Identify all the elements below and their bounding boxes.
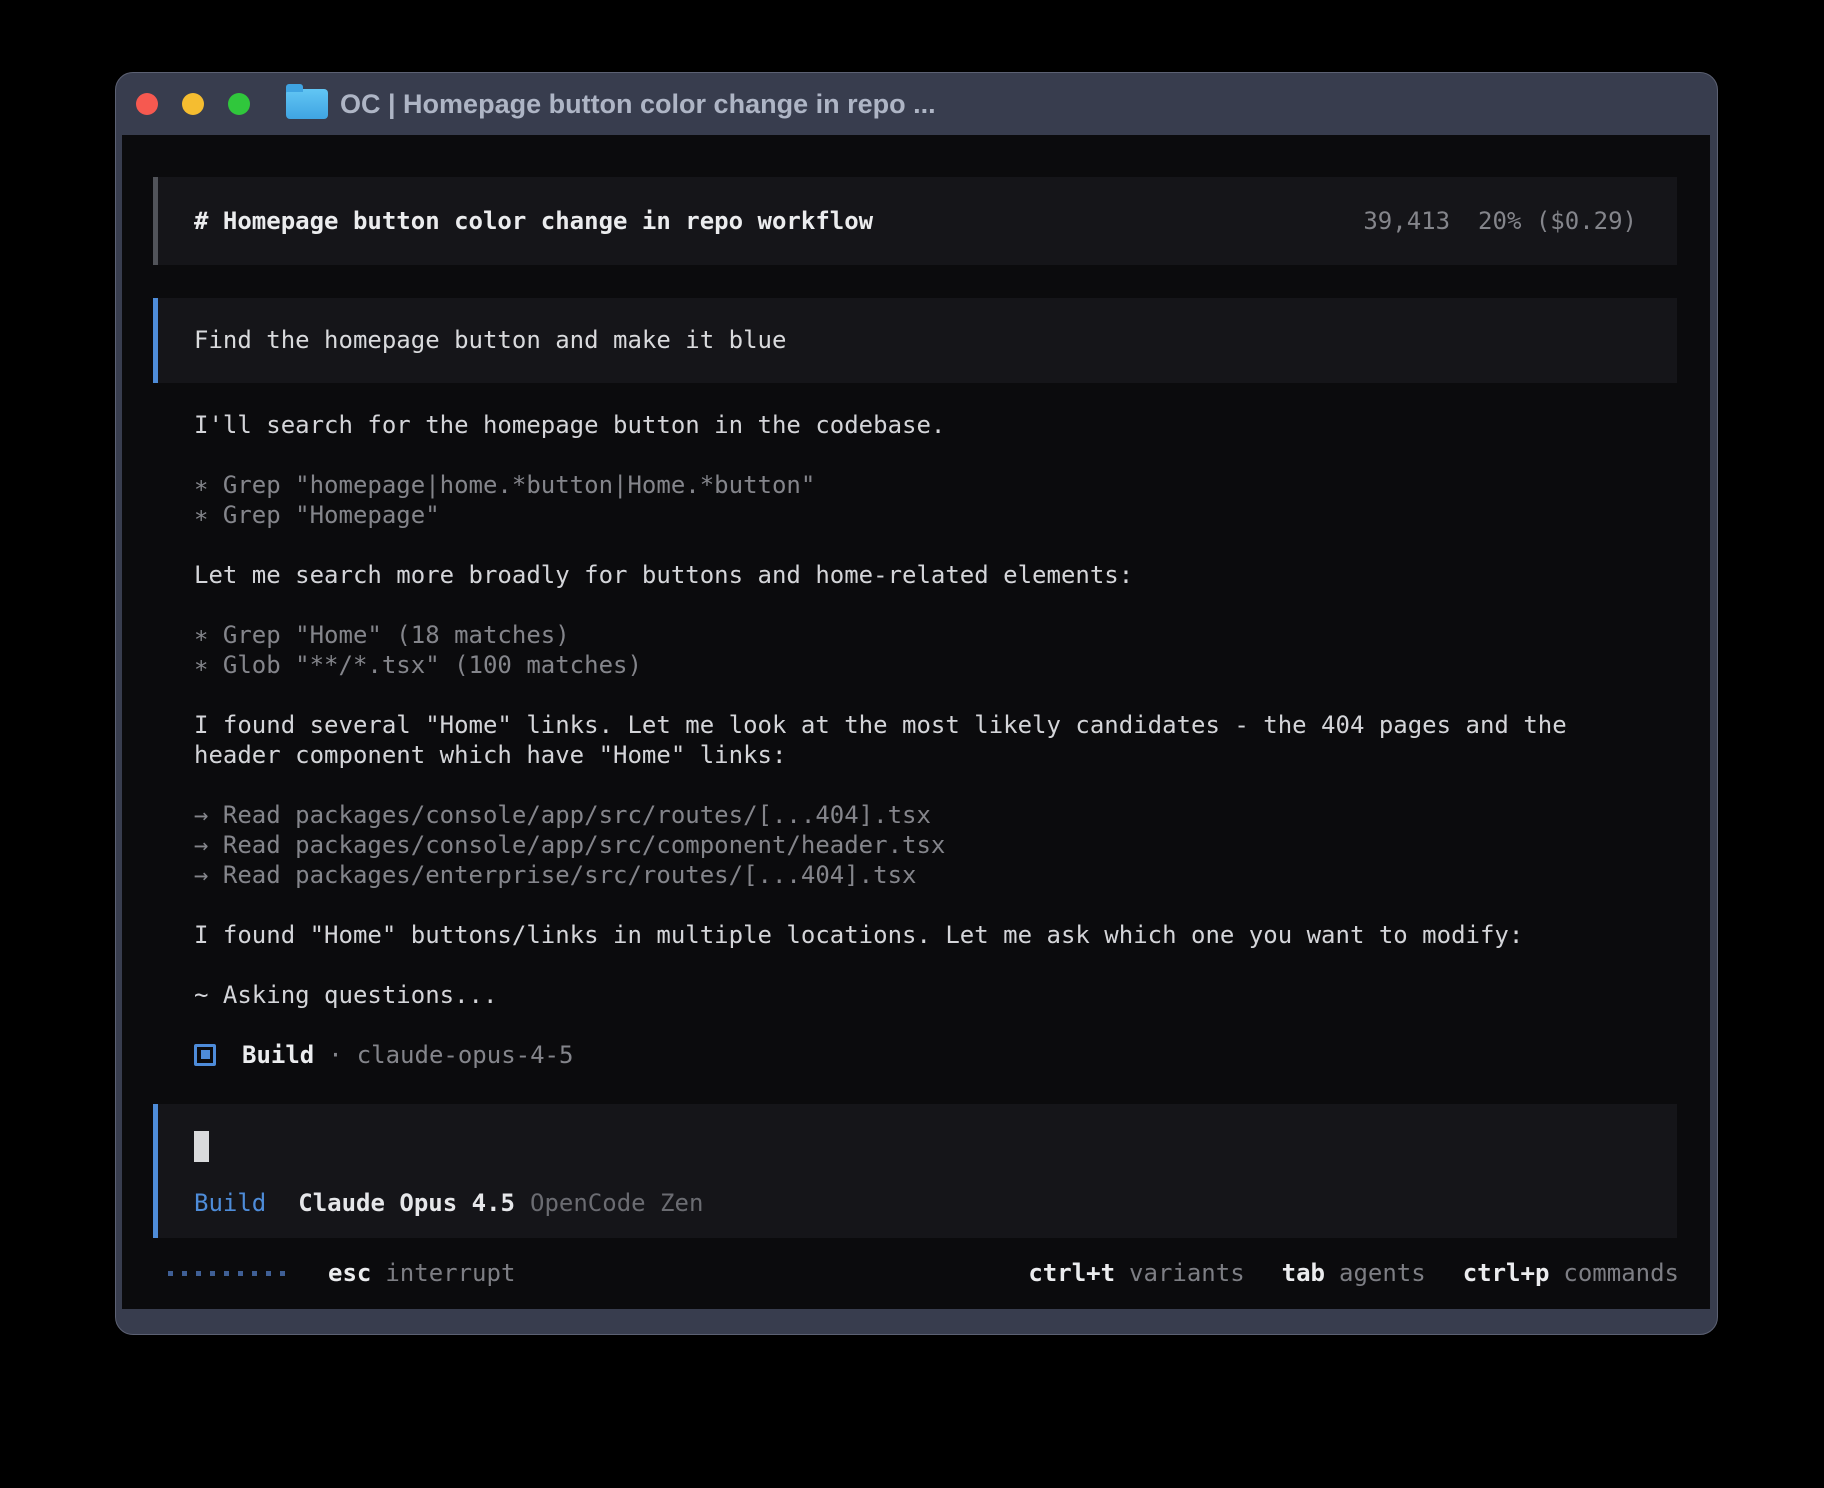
- tool-call-line: ∗ Grep "Homepage": [194, 500, 1677, 530]
- tool-call-line: → Read packages/enterprise/src/routes/[.…: [194, 860, 1677, 890]
- session-header: # Homepage button color change in repo w…: [153, 177, 1677, 265]
- spinner-dot: [280, 1271, 285, 1276]
- spinner-dot: [252, 1271, 257, 1276]
- hints-right: ctrl+t variants tab agents ctrl+p commands: [1028, 1258, 1679, 1288]
- window-controls: [136, 93, 250, 115]
- agent-separator: ·: [328, 1040, 342, 1070]
- user-message: Find the homepage button and make it blu…: [153, 298, 1677, 383]
- keyboard-hint: tab agents: [1282, 1258, 1426, 1288]
- build-agent-icon: [194, 1044, 216, 1066]
- zoom-button[interactable]: [228, 93, 250, 115]
- prompt-input[interactable]: Build Claude Opus 4.5 OpenCode Zen: [153, 1104, 1677, 1238]
- spinner-dot: [168, 1271, 173, 1276]
- status-bar: escinterrupt ctrl+tvariantstabagentsctrl…: [168, 1238, 1679, 1309]
- close-button[interactable]: [136, 93, 158, 115]
- tool-call-line: → Read packages/console/app/src/componen…: [194, 830, 1677, 860]
- assistant-text-line: [194, 680, 1677, 710]
- hint-key: tab: [1282, 1258, 1325, 1288]
- assistant-text-line: [194, 440, 1677, 470]
- assistant-text-line: I'll search for the homepage button in t…: [194, 410, 1677, 440]
- context-and-cost: 20% ($0.29): [1478, 206, 1637, 236]
- spinner-dot: [266, 1271, 271, 1276]
- session-title: # Homepage button color change in repo w…: [194, 206, 873, 236]
- hint-label: agents: [1339, 1258, 1426, 1288]
- spinner-dot: [210, 1271, 215, 1276]
- assistant-text-line: I found several "Home" links. Let me loo…: [194, 710, 1677, 740]
- assistant-text-line: ~ Asking questions...: [194, 980, 1677, 1010]
- spinner-dot: [182, 1271, 187, 1276]
- keyboard-hint: esc interrupt: [328, 1258, 515, 1288]
- hints-left: esc interrupt: [328, 1258, 515, 1288]
- minimize-button[interactable]: [182, 93, 204, 115]
- folder-icon: [286, 89, 328, 119]
- agent-name: Build: [242, 1040, 314, 1070]
- input-meta: Build Claude Opus 4.5 OpenCode Zen: [194, 1188, 1637, 1218]
- input-mode-label: Build: [194, 1188, 266, 1218]
- keyboard-hint: ctrl+t variants: [1028, 1258, 1244, 1288]
- assistant-text-line: [194, 590, 1677, 620]
- spinner-dot: [238, 1271, 243, 1276]
- keyboard-hint: ctrl+p commands: [1463, 1258, 1679, 1288]
- spinner-dot: [196, 1271, 201, 1276]
- assistant-text-line: [194, 950, 1677, 980]
- tool-call-line: ∗ Glob "**/*.tsx" (100 matches): [194, 650, 1677, 680]
- assistant-text-line: [194, 770, 1677, 800]
- window-title: OC | Homepage button color change in rep…: [340, 89, 936, 120]
- assistant-text-line: [194, 890, 1677, 920]
- session-stats: 39,413 20% ($0.29): [1363, 206, 1637, 236]
- user-message-text: Find the homepage button and make it blu…: [194, 325, 786, 355]
- token-count: 39,413: [1363, 206, 1450, 236]
- assistant-text-line: [194, 530, 1677, 560]
- tool-call-line: ∗ Grep "homepage|home.*button|Home.*butt…: [194, 470, 1677, 500]
- hint-key: ctrl+t: [1028, 1258, 1115, 1288]
- hint-label: interrupt: [385, 1258, 515, 1288]
- hint-key: ctrl+p: [1463, 1258, 1550, 1288]
- spinner-dot: [224, 1271, 229, 1276]
- hint-label: commands: [1563, 1258, 1679, 1288]
- assistant-text-line: Let me search more broadly for buttons a…: [194, 560, 1677, 590]
- status-left: esc interrupt: [168, 1258, 515, 1288]
- tool-call-line: ∗ Grep "Home" (18 matches): [194, 620, 1677, 650]
- titlebar: OC | Homepage button color change in rep…: [116, 73, 1717, 135]
- text-cursor: [194, 1131, 209, 1162]
- input-provider-label: OpenCode Zen: [530, 1188, 703, 1218]
- spinner-dots: [168, 1271, 285, 1276]
- hint-label: variants: [1129, 1258, 1245, 1288]
- agent-status-line: Build · claude-opus-4-5: [194, 1040, 1677, 1070]
- terminal-content: # Homepage button color change in repo w…: [122, 135, 1710, 1309]
- input-model-label: Claude Opus 4.5: [298, 1188, 515, 1218]
- agent-model: claude-opus-4-5: [357, 1040, 574, 1070]
- assistant-transcript: I'll search for the homepage button in t…: [194, 410, 1677, 1010]
- terminal-window: OC | Homepage button color change in rep…: [115, 72, 1718, 1335]
- assistant-text-line: header component which have "Home" links…: [194, 740, 1677, 770]
- hint-key: esc: [328, 1258, 371, 1288]
- assistant-text-line: I found "Home" buttons/links in multiple…: [194, 920, 1677, 950]
- tool-call-line: → Read packages/console/app/src/routes/[…: [194, 800, 1677, 830]
